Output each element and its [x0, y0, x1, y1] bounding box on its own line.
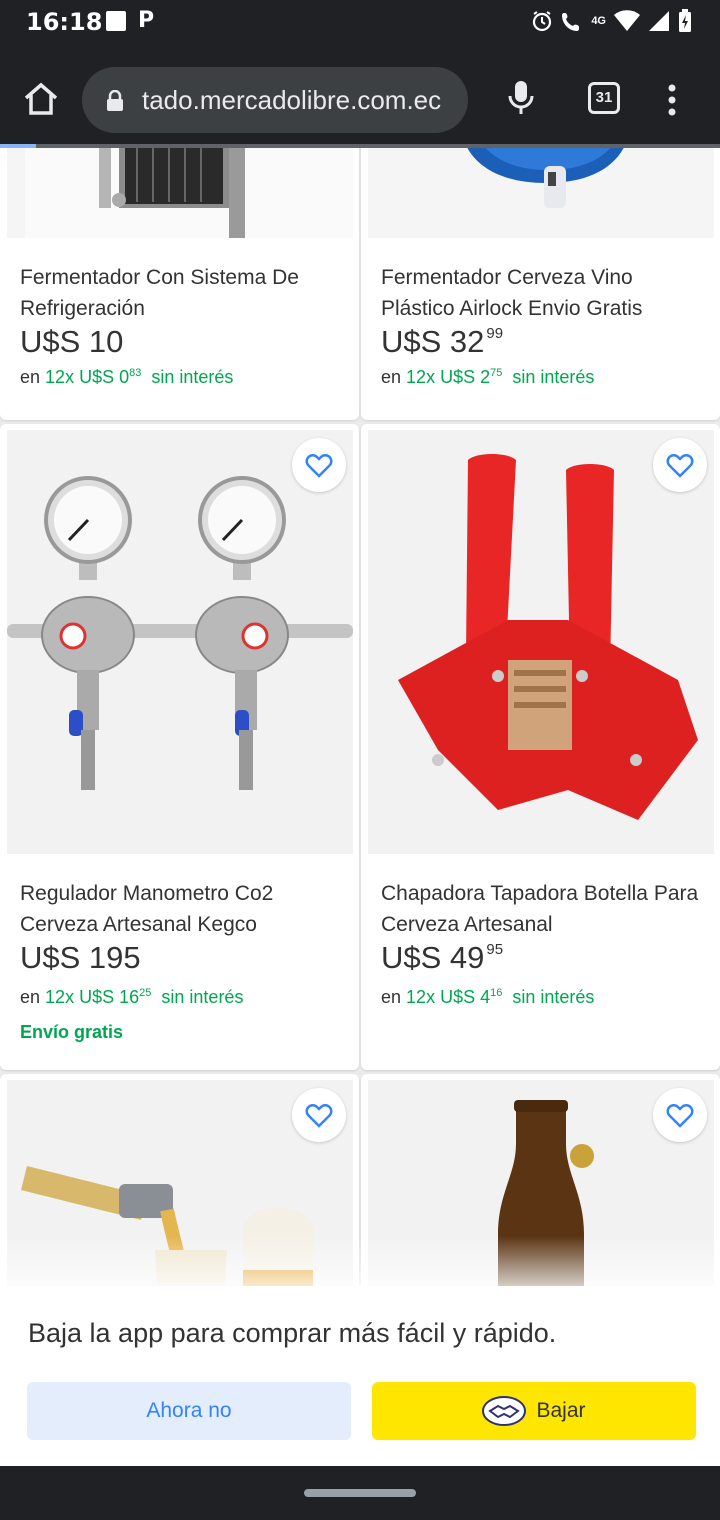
signal-icon: [649, 11, 669, 31]
mic-icon[interactable]: [506, 80, 536, 116]
notification-square-icon: [106, 11, 126, 31]
menu-icon[interactable]: [662, 84, 682, 116]
wifi-icon: [614, 10, 640, 31]
product-image: [368, 430, 714, 854]
network-type: 4G: [591, 15, 606, 27]
product-price: U$S 195: [20, 940, 141, 975]
installments: en 12x U$S 275 sin interés: [381, 367, 595, 387]
fermenter-fridge-image: [25, 148, 355, 238]
favorite-button[interactable]: [653, 1088, 707, 1142]
download-app-button[interactable]: Bajar: [372, 1382, 696, 1440]
heart-icon: [305, 454, 333, 478]
status-time: 16:18: [26, 8, 103, 36]
url-text: tado.mercadolibre.com.ec: [142, 85, 442, 115]
parking-app-icon: P: [138, 8, 155, 33]
notification-icons: P: [106, 10, 154, 32]
product-title[interactable]: Fermentador Con Sistema De Refrigeración: [20, 262, 340, 324]
product-title[interactable]: Regulador Manometro Co2 Cerveza Artesana…: [20, 878, 340, 940]
favorite-button[interactable]: [653, 438, 707, 492]
home-icon[interactable]: [22, 82, 60, 116]
product-price: U$S 32 99: [381, 324, 504, 359]
product-image: [7, 148, 355, 238]
content-fade: [0, 1236, 720, 1286]
product-image: [7, 430, 353, 854]
product-title[interactable]: Chapadora Tapadora Botella Para Cerveza …: [381, 878, 701, 940]
download-label: Bajar: [536, 1399, 586, 1422]
co2-regulator-image: [7, 430, 353, 854]
free-shipping-label: Envío gratis: [20, 1022, 124, 1042]
app-download-banner: Baja la app para comprar más fácil y ráp…: [0, 1286, 720, 1466]
product-grid: Fermentador Con Sistema De Refrigeración…: [0, 148, 720, 1286]
system-navigation-bar: [0, 1466, 720, 1520]
lock-icon: [107, 90, 123, 111]
installments: en 12x U$S 1625 sin interés: [20, 987, 244, 1007]
browser-toolbar: tado.mercadolibre.com.ec 31: [0, 44, 720, 148]
installments: en 12x U$S 083 sin interés: [20, 367, 234, 387]
heart-icon: [666, 1104, 694, 1128]
heart-icon: [305, 1104, 333, 1128]
banner-message: Baja la app para comprar más fácil y ráp…: [28, 1318, 557, 1348]
product-title[interactable]: Fermentador Cerveza Vino Plástico Airloc…: [381, 262, 701, 324]
product-image: [368, 148, 714, 238]
system-icons: 4G: [531, 9, 692, 33]
heart-icon: [666, 454, 694, 478]
address-bar[interactable]: tado.mercadolibre.com.ec: [82, 67, 468, 133]
product-card[interactable]: Fermentador Cerveza Vino Plástico Airloc…: [361, 148, 720, 420]
fermenter-bucket-image: [467, 148, 624, 208]
installments: en 12x U$S 416 sin interés: [381, 987, 595, 1007]
battery-icon: [679, 9, 691, 32]
product-price: U$S 49 95: [381, 940, 504, 975]
wifi-call-icon: [562, 13, 580, 31]
product-card[interactable]: Regulador Manometro Co2 Cerveza Artesana…: [0, 424, 359, 1070]
home-gesture-handle[interactable]: [304, 1489, 416, 1497]
favorite-button[interactable]: [292, 438, 346, 492]
tabs-switcher-button[interactable]: 31: [588, 82, 620, 114]
status-bar: 16:18 P 4G: [0, 0, 720, 44]
product-price: U$S 10: [20, 324, 124, 359]
favorite-button[interactable]: [292, 1088, 346, 1142]
dismiss-button[interactable]: Ahora no: [27, 1382, 351, 1440]
product-card[interactable]: Chapadora Tapadora Botella Para Cerveza …: [361, 424, 720, 1070]
handshake-icon: [482, 1396, 527, 1426]
bottle-capper-image: [368, 430, 714, 854]
alarm-icon: [533, 11, 552, 32]
product-card[interactable]: Fermentador Con Sistema De Refrigeración…: [0, 148, 359, 420]
